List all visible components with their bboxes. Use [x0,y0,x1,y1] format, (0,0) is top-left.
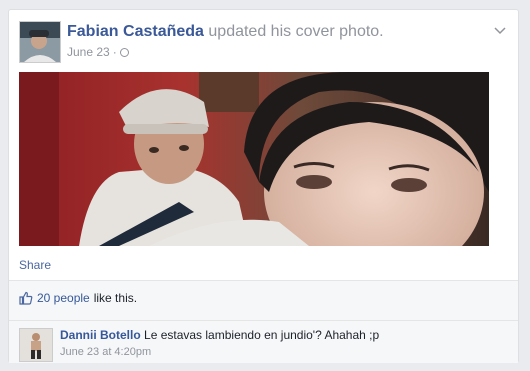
post-meta: June 23 · [67,45,129,59]
thumbs-up-icon[interactable] [19,291,33,305]
cover-photo[interactable] [19,72,489,246]
commenter-name-link[interactable]: Dannii Botello [60,328,141,342]
chevron-down-icon[interactable] [494,22,506,38]
comment-body: Dannii Botello Le estavas lambiendo en j… [60,328,379,342]
likes-summary: 20 people like this. [19,291,137,305]
likes-count-link[interactable]: 20 people [37,291,90,305]
author-avatar[interactable] [19,21,61,63]
globe-icon[interactable] [119,47,129,57]
post-timestamp[interactable]: June 23 [67,45,110,59]
likes-bar: 20 people like this. [9,280,518,321]
comment-text: Le estavas lambiendo en jundio'? Ahahah … [144,328,380,342]
comment-timestamp[interactable]: June 23 at 4:20pm [60,346,151,358]
comment-item: Dannii Botello Le estavas lambiendo en j… [9,320,518,363]
likes-suffix: like this. [93,291,138,305]
author-name-link[interactable]: Fabian Castañeda [67,23,204,40]
post-header: Fabian Castañeda updated his cover photo… [67,23,384,41]
post-action-text: updated his cover photo. [208,23,384,40]
share-link[interactable]: Share [19,258,51,272]
feed-post: Fabian Castañeda updated his cover photo… [8,9,519,363]
meta-separator: · [112,45,117,59]
commenter-avatar[interactable] [19,328,53,362]
